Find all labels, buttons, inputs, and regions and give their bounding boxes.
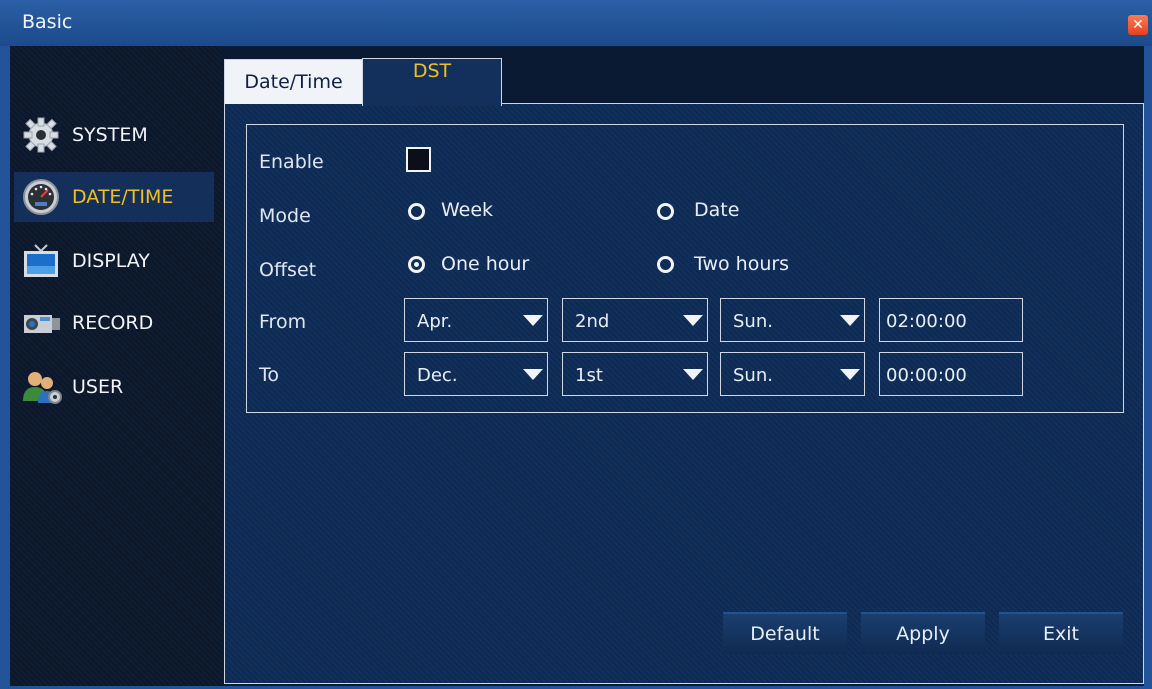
to-label: To: [259, 364, 280, 386]
select-value: Sun.: [733, 365, 773, 386]
to-month-select[interactable]: Dec.: [404, 352, 548, 396]
from-time-input[interactable]: 02:00:00: [879, 298, 1023, 342]
enable-checkbox[interactable]: [406, 147, 431, 172]
sidebar-item-label: DATE/TIME: [72, 186, 174, 208]
offset-one-hour-radio[interactable]: [408, 256, 425, 273]
tab-label: DST: [412, 59, 452, 82]
select-value: Dec.: [417, 365, 458, 386]
mode-week-label: Week: [441, 199, 494, 221]
tab-dst[interactable]: DST: [362, 58, 502, 106]
window-title: Basic: [22, 11, 73, 33]
sidebar-item-label: RECORD: [72, 312, 154, 334]
sidebar-item-datetime[interactable]: DATE/TIME: [14, 172, 214, 222]
sidebar: SYSTEM DATE/TIME DISPLAY RECORD USER: [10, 46, 222, 686]
apply-button[interactable]: Apply: [861, 612, 985, 654]
select-value: Apr.: [417, 311, 453, 332]
chevron-down-icon: [840, 315, 860, 326]
time-value: 02:00:00: [886, 311, 967, 332]
sidebar-item-label: DISPLAY: [72, 250, 150, 272]
sidebar-item-display[interactable]: DISPLAY: [14, 236, 214, 286]
select-value: 2nd: [575, 311, 610, 332]
frame-left: [0, 46, 10, 689]
offset-one-hour-label: One hour: [441, 253, 530, 275]
from-month-select[interactable]: Apr.: [404, 298, 548, 342]
sidebar-item-record[interactable]: RECORD: [14, 298, 214, 348]
mode-week-radio[interactable]: [408, 203, 425, 220]
to-week-select[interactable]: 1st: [562, 352, 708, 396]
tab-date-time[interactable]: Date/Time: [224, 59, 363, 104]
select-value: 1st: [575, 365, 603, 386]
offset-two-hours-label: Two hours: [694, 253, 790, 275]
chevron-down-icon: [683, 369, 703, 380]
users-icon: [18, 367, 64, 407]
offset-two-hours-radio[interactable]: [657, 256, 674, 273]
to-day-select[interactable]: Sun.: [720, 352, 865, 396]
mode-date-label: Date: [694, 199, 740, 221]
sidebar-item-system[interactable]: SYSTEM: [14, 110, 214, 160]
camera-icon: [18, 303, 64, 343]
mode-label: Mode: [259, 205, 311, 227]
tv-icon: [18, 241, 64, 281]
chevron-down-icon: [523, 369, 543, 380]
offset-label: Offset: [259, 259, 317, 281]
to-time-input[interactable]: 00:00:00: [879, 352, 1023, 396]
select-value: Sun.: [733, 311, 773, 332]
chevron-down-icon: [683, 315, 703, 326]
frame-right: [1144, 46, 1152, 689]
chevron-down-icon: [523, 315, 543, 326]
chevron-down-icon: [840, 369, 860, 380]
enable-label: Enable: [259, 151, 324, 173]
from-week-select[interactable]: 2nd: [562, 298, 708, 342]
title-bar: Basic ✕: [0, 0, 1152, 47]
default-button[interactable]: Default: [723, 612, 847, 654]
button-label: Apply: [896, 623, 950, 645]
exit-button[interactable]: Exit: [999, 612, 1123, 654]
close-icon[interactable]: ✕: [1128, 15, 1148, 35]
sidebar-item-label: USER: [72, 376, 124, 398]
gauge-icon: [18, 177, 64, 217]
sidebar-item-label: SYSTEM: [72, 124, 148, 146]
mode-date-radio[interactable]: [657, 203, 674, 220]
sidebar-item-user[interactable]: USER: [14, 362, 214, 412]
tab-label: Date/Time: [244, 71, 343, 93]
button-label: Default: [750, 623, 820, 645]
button-label: Exit: [1043, 623, 1079, 645]
gear-icon: [18, 115, 64, 155]
from-label: From: [259, 311, 307, 333]
from-day-select[interactable]: Sun.: [720, 298, 865, 342]
time-value: 00:00:00: [886, 365, 967, 386]
